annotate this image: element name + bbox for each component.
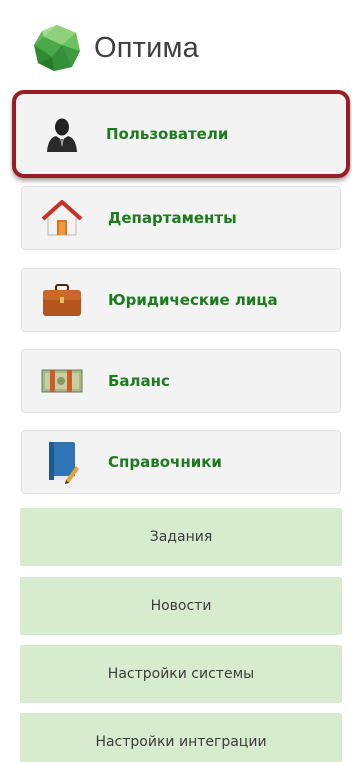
money-icon	[40, 359, 84, 403]
nav-item-users-label: Пользователи	[106, 125, 229, 143]
nav-item-legal-entities-label: Юридические лица	[108, 291, 278, 309]
book-icon	[40, 440, 84, 484]
green-circle-logo-icon	[34, 25, 80, 71]
nav-item-departments-label: Департаменты	[108, 209, 237, 227]
nav-item-balance-label: Баланс	[108, 372, 170, 390]
nav-item-directories-label: Справочники	[108, 453, 222, 471]
sub-item-news[interactable]: Новости	[20, 577, 342, 635]
sub-item-system-settings[interactable]: Настройки системы	[20, 645, 342, 703]
app-title: Оптима	[94, 31, 200, 64]
nav-item-balance[interactable]: Баланс	[21, 349, 341, 413]
nav-item-departments[interactable]: Департаменты	[21, 186, 341, 250]
app-header: Оптима	[32, 22, 199, 74]
nav-item-users[interactable]: Пользователи	[12, 90, 350, 178]
briefcase-icon	[40, 278, 84, 322]
nav-item-legal-entities[interactable]: Юридические лица	[21, 268, 341, 332]
nav-item-directories[interactable]: Справочники	[21, 430, 341, 494]
user-icon	[40, 112, 84, 156]
house-icon	[40, 196, 84, 240]
navigation-panel: Оптима Пользователи Департаменты Юридиче…	[0, 0, 352, 762]
sub-item-integration-settings[interactable]: Настройки интеграции	[20, 713, 342, 762]
sub-item-tasks[interactable]: Задания	[20, 508, 342, 566]
